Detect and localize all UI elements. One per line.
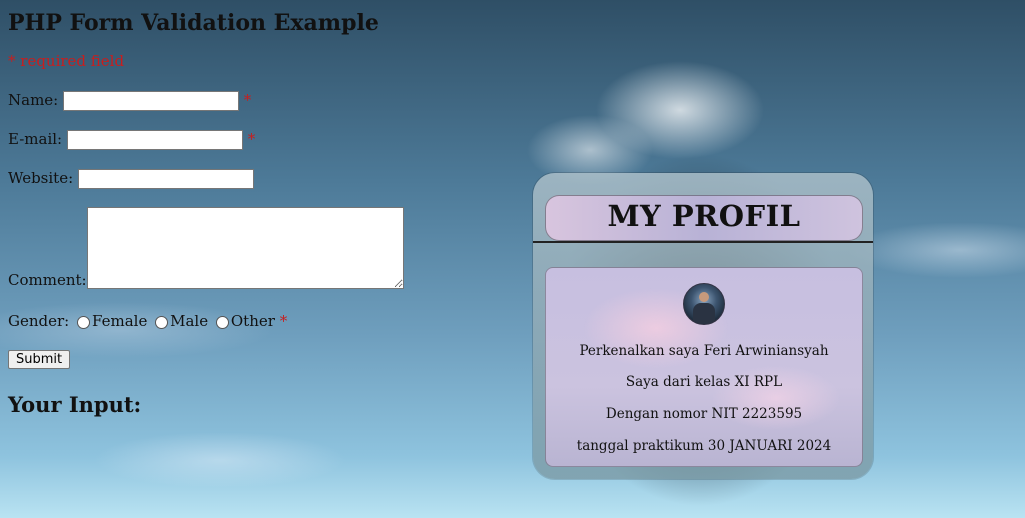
gender-label: Gender: — [8, 312, 70, 330]
avatar-shirt — [693, 303, 715, 324]
profile-line-date: tanggal praktikum 30 JANUARI 2024 — [576, 438, 832, 454]
gender-male-label: Male — [170, 312, 209, 330]
profile-line-class: Saya dari kelas XI RPL — [625, 374, 783, 390]
avatar — [683, 283, 725, 325]
name-label: Name: — [8, 91, 59, 109]
comment-textarea[interactable] — [86, 207, 404, 289]
gender-other-label: Other — [230, 312, 275, 330]
submit-button[interactable]: Submit — [8, 350, 71, 369]
required-note: * required field — [8, 52, 125, 70]
email-label: E-mail: — [8, 130, 63, 148]
gender-row: Gender: Female Male Other * — [8, 312, 287, 330]
gender-female-radio[interactable] — [77, 315, 91, 329]
validation-form: PHP Form Validation Example * required f… — [8, 0, 478, 417]
gender-female-label: Female — [92, 312, 148, 330]
name-input[interactable] — [63, 91, 240, 111]
avatar-head — [699, 292, 709, 302]
email-row: E-mail: * — [8, 130, 255, 150]
form-title: PHP Form Validation Example — [8, 10, 379, 36]
submit-row: Submit — [8, 349, 71, 369]
profile-body: Perkenalkan saya Feri Arwiniansyah Saya … — [545, 267, 863, 467]
gender-male-radio[interactable] — [155, 315, 169, 329]
profile-line-nit: Dengan nomor NIT 2223595 — [605, 406, 803, 422]
gender-required-star: * — [279, 312, 288, 330]
gender-other-radio[interactable] — [215, 315, 229, 329]
profile-title: MY PROFIL — [545, 195, 863, 241]
comment-row: Comment: — [8, 207, 404, 289]
your-input-row: Your Input: — [8, 392, 141, 417]
comment-label: Comment: — [8, 271, 87, 289]
name-required-star: * — [243, 91, 252, 109]
email-input[interactable] — [66, 130, 243, 150]
website-input[interactable] — [77, 169, 254, 189]
email-required-star: * — [247, 130, 256, 148]
profile-divider — [533, 241, 873, 243]
profile-line-intro: Perkenalkan saya Feri Arwiniansyah — [579, 343, 829, 359]
website-label: Website: — [8, 169, 74, 187]
your-input-heading: Your Input: — [8, 392, 142, 417]
website-row: Website: — [8, 169, 254, 189]
profile-card: MY PROFIL Perkenalkan saya Feri Arwinian… — [533, 173, 873, 479]
name-row: Name: * — [8, 91, 251, 111]
